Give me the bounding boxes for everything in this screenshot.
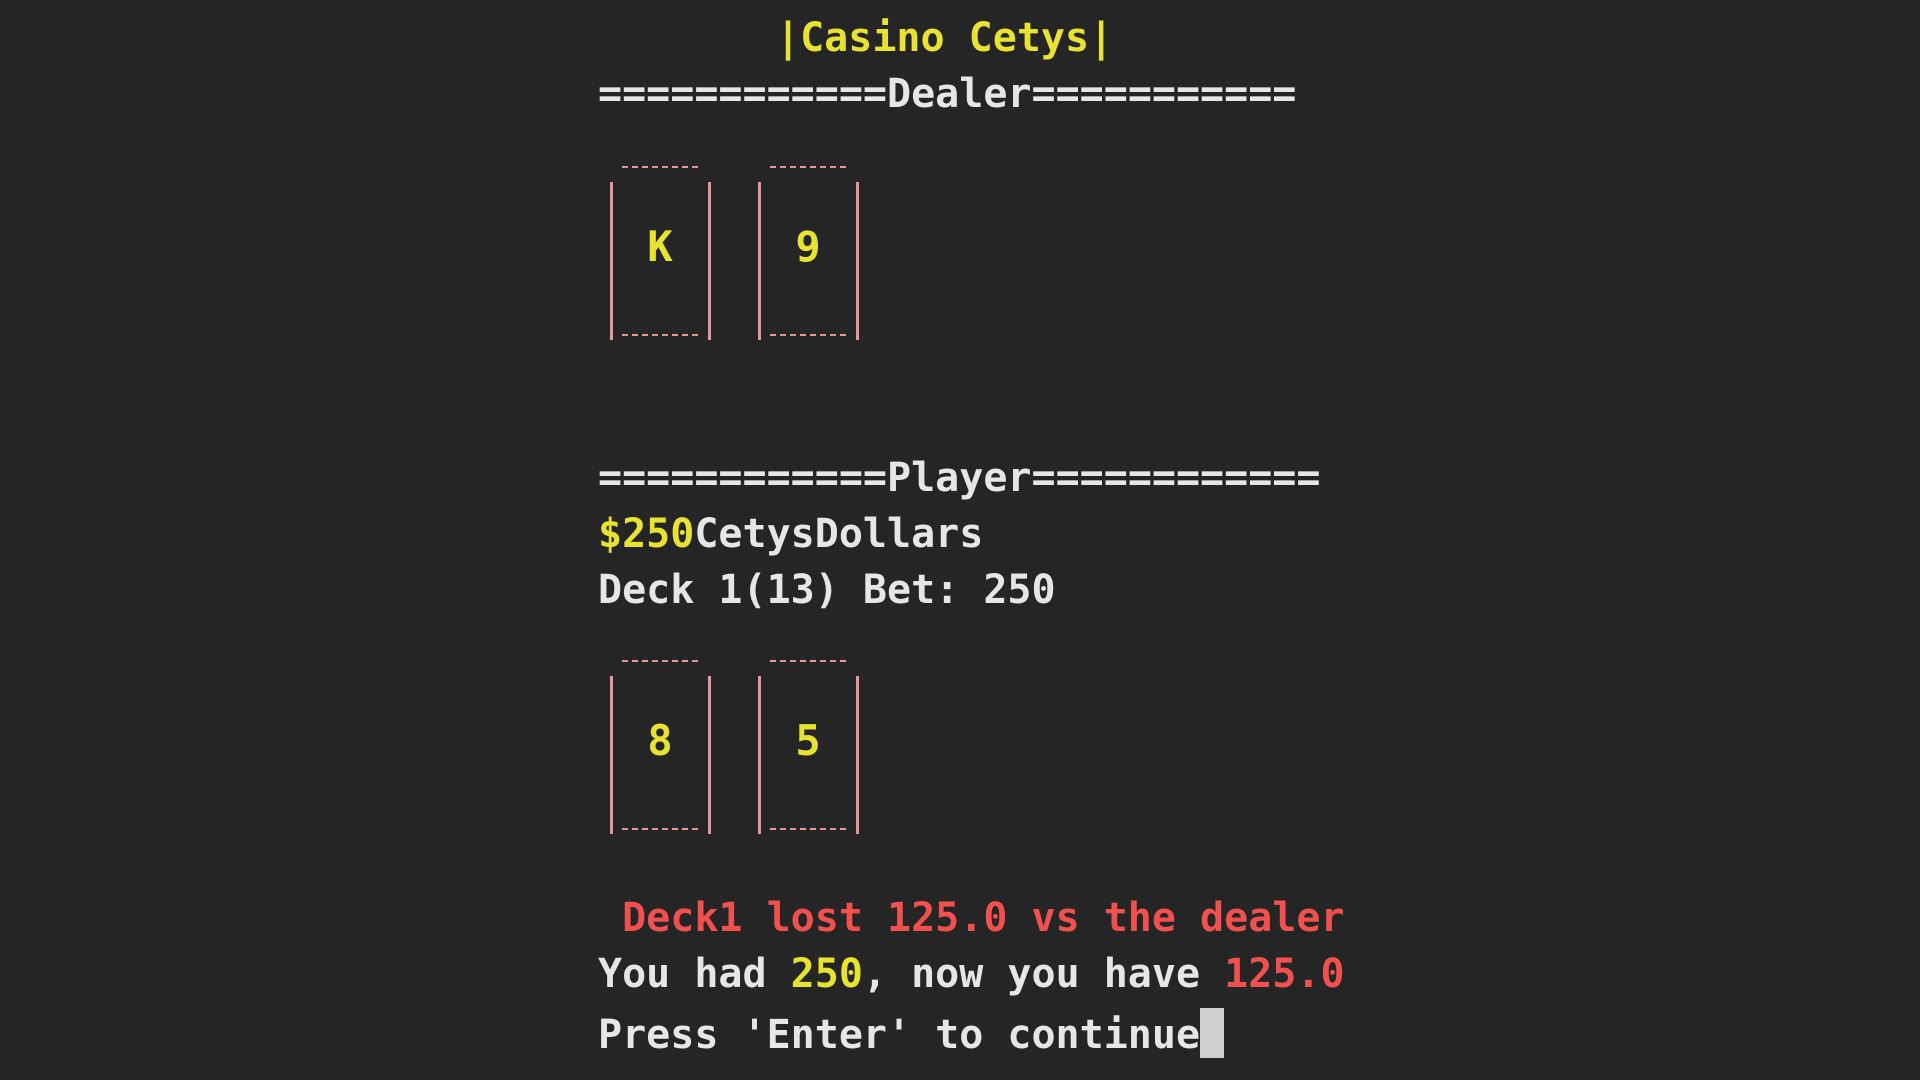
balance-message: You had 250, now you have 125.0 xyxy=(598,954,1345,994)
player-header-label: Player xyxy=(886,455,1032,501)
title-left-bar: | xyxy=(776,15,801,61)
player-header: ============Player============ xyxy=(598,458,1320,498)
now-value: 125.0 xyxy=(1224,951,1345,997)
card-bottom-edge xyxy=(622,334,698,336)
casino-title: |Casino Cetys| xyxy=(776,18,1113,58)
terminal-window: |Casino Cetys| ============Dealer=======… xyxy=(0,0,1920,1080)
dealer-card-2-rank: 9 xyxy=(795,222,821,271)
money-amount: $250 xyxy=(598,511,695,557)
dealer-header: ============Dealer=========== xyxy=(598,74,1296,114)
player-header-left: ============ xyxy=(598,455,887,501)
had-value: 250 xyxy=(790,951,863,997)
continue-prompt[interactable]: Press 'Enter' to continue xyxy=(598,1008,1225,1058)
text-cursor xyxy=(1200,1008,1225,1058)
card-bottom-edge xyxy=(770,334,846,336)
player-card-1-rank: 8 xyxy=(647,716,673,765)
player-header-right: ============ xyxy=(1031,455,1321,501)
title-right-bar: | xyxy=(1089,15,1114,61)
dealer-header-right: =========== xyxy=(1031,71,1297,117)
dealer-header-label: Dealer xyxy=(886,71,1032,117)
card-bottom-edge xyxy=(770,828,846,830)
dealer-header-left: ============ xyxy=(598,71,887,117)
player-card-2-rank: 5 xyxy=(795,716,821,765)
title-text: Casino Cetys xyxy=(800,15,1090,61)
dealer-card-2: 9 xyxy=(752,166,864,342)
now-text: , now you have xyxy=(862,951,1225,997)
card-top-edge xyxy=(622,660,698,662)
card-top-edge xyxy=(622,166,698,168)
card-bottom-edge xyxy=(622,828,698,830)
had-prefix: You had xyxy=(598,951,791,997)
player-card-1: 8 xyxy=(604,660,716,836)
card-top-edge xyxy=(770,660,846,662)
player-card-2: 5 xyxy=(752,660,864,836)
dealer-card-1: K xyxy=(604,166,716,342)
loss-message: Deck1 lost 125.0 vs the dealer xyxy=(598,895,1345,941)
player-money: $250CetysDollars xyxy=(598,514,983,554)
dealer-card-1-rank: K xyxy=(647,222,673,271)
card-top-edge xyxy=(770,166,846,168)
deck-bet-info: Deck 1(13) Bet: 250 xyxy=(598,567,1056,613)
money-unit: CetysDollars xyxy=(694,511,984,557)
prompt-text: Press 'Enter' to continue xyxy=(598,1012,1201,1058)
